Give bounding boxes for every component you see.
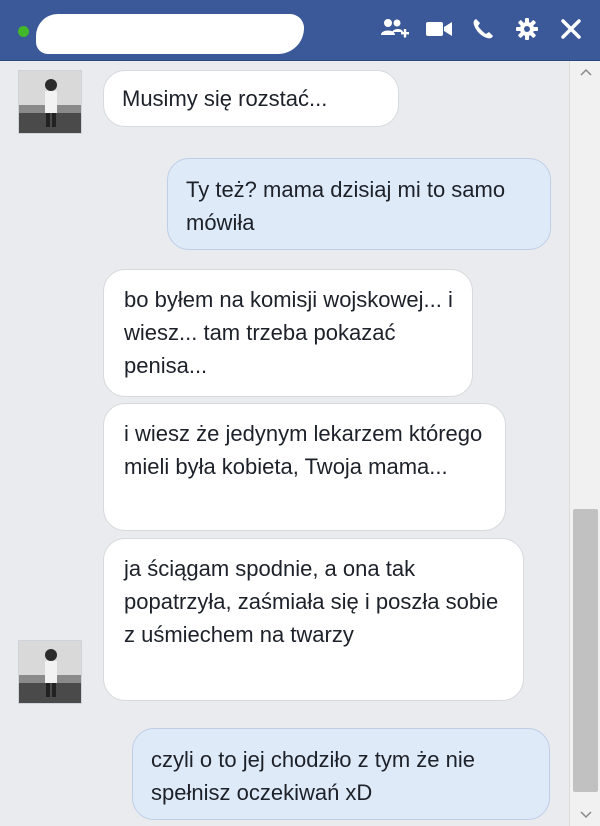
message-bubble-incoming[interactable]: i wiesz że jedynym lekarzem którego miel… <box>103 403 506 531</box>
header-actions <box>380 14 586 44</box>
message-list[interactable]: Musimy się rozstać... Ty też? mama dzisi… <box>0 61 568 826</box>
message-bubble-outgoing[interactable]: Ty też? mama dzisiaj mi to samo mówiła <box>167 158 551 250</box>
phone-icon[interactable] <box>468 14 498 44</box>
chat-header <box>0 0 600 61</box>
settings-icon[interactable] <box>512 14 542 44</box>
scrollbar-thumb[interactable] <box>573 509 598 792</box>
add-people-icon[interactable] <box>380 14 410 44</box>
online-status-indicator <box>18 26 29 37</box>
video-call-icon[interactable] <box>424 14 454 44</box>
message-bubble-incoming[interactable]: bo byłem na komisji wojskowej... i wiesz… <box>103 269 473 397</box>
avatar[interactable] <box>18 640 82 704</box>
scroll-down-arrow-icon[interactable] <box>570 804 600 826</box>
chat-window: Musimy się rozstać... Ty też? mama dzisi… <box>0 0 600 826</box>
message-bubble-incoming[interactable]: ja ściągam spodnie, a ona tak popatrzyła… <box>103 538 524 701</box>
message-bubble-incoming[interactable]: Musimy się rozstać... <box>103 70 399 127</box>
scroll-up-arrow-icon[interactable] <box>570 61 600 83</box>
message-bubble-outgoing[interactable]: czyli o to jej chodziło z tym że nie spe… <box>132 728 550 820</box>
contact-name-redacted[interactable] <box>36 14 304 54</box>
close-icon[interactable] <box>556 14 586 44</box>
avatar[interactable] <box>18 70 82 134</box>
scrollbar[interactable] <box>569 61 600 826</box>
